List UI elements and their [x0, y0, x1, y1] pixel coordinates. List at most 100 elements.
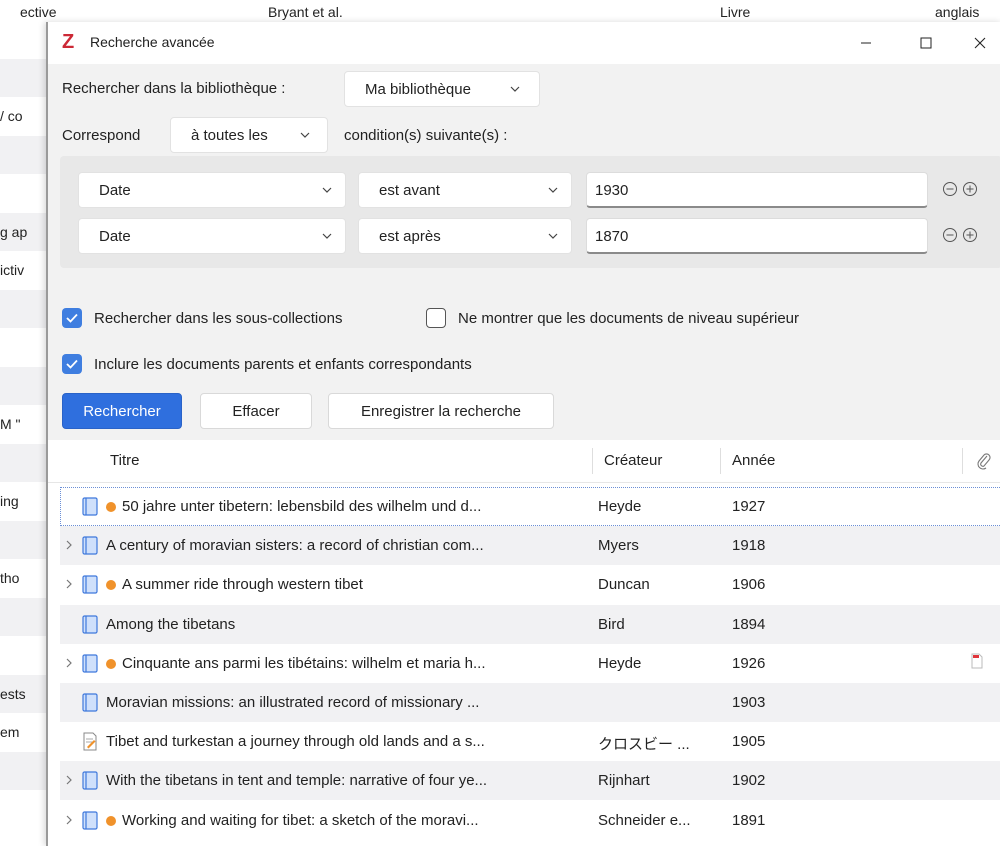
- option-top-level-label: Ne montrer que les documents de niveau s…: [458, 310, 800, 327]
- background-top-row: ective Bryant et al. Livre anglais: [0, 0, 1000, 20]
- condition-operator-dropdown[interactable]: est après: [358, 218, 572, 254]
- row-year: 1927: [732, 498, 766, 515]
- checkmark-icon: [66, 313, 78, 323]
- bg-fragment: M ": [0, 416, 21, 432]
- background-row: [0, 58, 46, 97]
- column-header-year[interactable]: Année: [732, 452, 775, 469]
- match-label: Correspond: [62, 127, 141, 144]
- remove-condition-icon[interactable]: [942, 181, 958, 197]
- bg-fragment: / co: [0, 108, 23, 124]
- chevron-down-icon: [300, 132, 310, 138]
- condition-operator-dropdown[interactable]: est avant: [358, 172, 572, 208]
- row-creator: Bird: [598, 615, 625, 633]
- row-title: A summer ride through western tibet: [122, 576, 363, 594]
- row-title: Working and waiting for tibet: a sketch …: [122, 811, 479, 829]
- checkbox-subcollections[interactable]: [62, 308, 82, 328]
- results-header: Titre Créateur Année: [48, 440, 1000, 483]
- condition-value-input[interactable]: 1870: [586, 218, 928, 254]
- chevron-down-icon: [548, 187, 558, 193]
- condition-field-dropdown[interactable]: Date: [78, 218, 346, 254]
- library-label: Rechercher dans la bibliothèque :: [62, 80, 286, 97]
- search-button[interactable]: Rechercher: [62, 393, 182, 429]
- background-row: [0, 135, 46, 174]
- maximize-icon[interactable]: [904, 28, 948, 58]
- close-icon[interactable]: [958, 28, 1000, 58]
- condition-field-dropdown[interactable]: Date: [78, 172, 346, 208]
- row-year: 1891: [732, 811, 766, 829]
- row-year: 1918: [732, 537, 766, 555]
- expand-chevron-icon[interactable]: [64, 814, 74, 826]
- paperclip-icon[interactable]: [976, 452, 992, 470]
- remove-condition-icon[interactable]: [942, 227, 958, 243]
- checkmark-icon: [66, 359, 78, 369]
- expand-chevron-icon[interactable]: [64, 539, 74, 551]
- background-row: [0, 328, 46, 366]
- bg-fragment: Bryant et al.: [268, 4, 343, 20]
- table-row[interactable]: Tibet and turkestan a journey through ol…: [60, 722, 1000, 761]
- clear-button[interactable]: Effacer: [200, 393, 312, 429]
- table-row[interactable]: Working and waiting for tibet: a sketch …: [60, 801, 1000, 840]
- table-row[interactable]: 50 jahre unter tibetern: lebensbild des …: [60, 487, 1000, 526]
- chevron-down-icon: [322, 187, 332, 193]
- library-dropdown[interactable]: Ma bibliothèque: [344, 71, 540, 107]
- table-row[interactable]: Moravian missions: an illustrated record…: [60, 683, 1000, 722]
- bg-fragment: anglais: [935, 4, 980, 20]
- search-form: Rechercher dans la bibliothèque : Ma bib…: [48, 64, 1000, 440]
- checkbox-include-parents-children[interactable]: [62, 354, 82, 374]
- status-dot: [106, 815, 116, 826]
- match-dropdown-value: à toutes les: [191, 126, 268, 144]
- row-title: With the tibetans in tent and temple: na…: [106, 772, 488, 790]
- chevron-down-icon: [510, 86, 520, 92]
- row-year: 1902: [732, 772, 766, 790]
- bg-fragment: tho: [0, 570, 20, 586]
- table-row[interactable]: Among the tibetans Bird 1894: [60, 604, 1000, 644]
- save-search-button[interactable]: Enregistrer la recherche: [328, 393, 554, 429]
- book-icon: [82, 771, 98, 790]
- row-year: 1926: [732, 654, 766, 672]
- column-header-title[interactable]: Titre: [110, 452, 139, 469]
- checkbox-top-level-only[interactable]: [426, 308, 446, 328]
- row-title: Cinquante ans parmi les tibétains: wilhe…: [122, 654, 486, 672]
- table-row[interactable]: A summer ride through western tibet Dunca…: [60, 565, 1000, 604]
- table-row[interactable]: With the tibetans in tent and temple: na…: [60, 761, 1000, 801]
- background-row: [0, 790, 46, 828]
- match-dropdown[interactable]: à toutes les: [170, 117, 328, 153]
- expand-chevron-icon[interactable]: [64, 578, 74, 590]
- background-row: [0, 174, 46, 212]
- background-row: [0, 443, 46, 482]
- condition-operator-value: est avant: [379, 181, 440, 199]
- row-creator: Rijnhart: [598, 772, 650, 790]
- row-creator: Heyde: [598, 498, 642, 515]
- background-row: [0, 597, 46, 636]
- expand-chevron-icon[interactable]: [64, 657, 74, 669]
- pdf-attachment-icon[interactable]: [970, 653, 984, 669]
- row-title: A century of moravian sisters: a record …: [106, 537, 484, 555]
- bg-fragment: ests: [0, 685, 26, 702]
- table-row[interactable]: A century of moravian sisters: a record …: [60, 526, 1000, 566]
- row-title: Tibet and turkestan a journey through ol…: [106, 733, 485, 751]
- condition-value-input[interactable]: 1930: [586, 172, 928, 208]
- book-icon: [82, 497, 98, 516]
- window-title: Recherche avancée: [90, 34, 215, 50]
- condition-operator-value: est après: [379, 227, 441, 245]
- background-row: [0, 520, 46, 559]
- add-condition-icon[interactable]: [962, 227, 978, 243]
- minimize-icon[interactable]: [844, 28, 888, 58]
- background-row: [0, 751, 46, 790]
- book-icon: [82, 536, 98, 555]
- row-title: 50 jahre unter tibetern: lebensbild des …: [122, 498, 482, 515]
- add-condition-icon[interactable]: [962, 181, 978, 197]
- results-table: Titre Créateur Année 50 jahre unter tibe…: [48, 440, 1000, 846]
- zotero-logo-icon: Z: [62, 31, 75, 53]
- library-dropdown-value: Ma bibliothèque: [365, 80, 471, 98]
- book-icon: [82, 810, 98, 830]
- expand-chevron-icon[interactable]: [64, 774, 74, 786]
- conditions-box: Date est avant 1930 Date est après 1870: [60, 156, 1000, 268]
- column-header-creator[interactable]: Créateur: [604, 452, 662, 469]
- row-year: 1906: [732, 576, 766, 594]
- status-dot: [106, 502, 116, 512]
- book-icon: [82, 654, 98, 673]
- table-row[interactable]: Cinquante ans parmi les tibétains: wilhe…: [60, 644, 1000, 683]
- title-bar: Z Recherche avancée: [48, 22, 1000, 64]
- match-suffix-label: condition(s) suivante(s) :: [344, 127, 508, 144]
